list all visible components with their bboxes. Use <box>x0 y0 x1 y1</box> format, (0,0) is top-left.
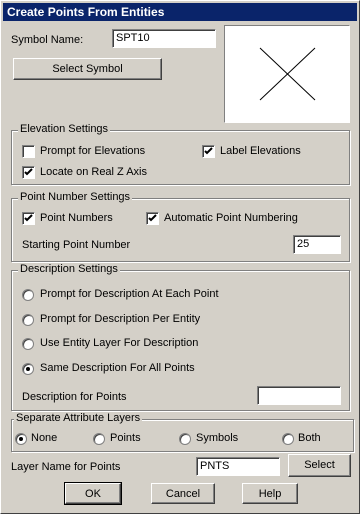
attr-layer-label-points: Points <box>110 432 141 444</box>
locate-z-checkbox[interactable] <box>22 166 35 179</box>
desc-option-label-3: Same Description For All Points <box>40 362 195 374</box>
attr-layer-radio-points[interactable] <box>93 433 105 445</box>
symbol-x-icon <box>259 47 316 101</box>
desc-option-radio-3[interactable] <box>22 363 34 375</box>
title-bar[interactable]: Create Points From Entities <box>3 3 357 21</box>
dialog-window: Create Points From Entities Symbol Name:… <box>0 0 360 514</box>
radio-selected-dot <box>26 367 30 371</box>
symbol-name-input[interactable]: SPT10 <box>112 29 216 48</box>
starting-point-label: Starting Point Number <box>22 239 131 251</box>
layer-name-label: Layer Name for Points <box>11 461 121 473</box>
description-settings-title: Description Settings <box>18 263 120 275</box>
desc-option-label-1: Prompt for Description Per Entity <box>40 313 201 325</box>
prompt-elevations-checkbox[interactable] <box>22 145 35 158</box>
desc-option-radio-2[interactable] <box>22 338 34 350</box>
desc-option-label-0: Prompt for Description At Each Point <box>40 288 219 300</box>
symbol-preview <box>224 25 350 123</box>
label-elevations-label: Label Elevations <box>220 145 301 157</box>
locate-z-label: Locate on Real Z Axis <box>40 166 148 178</box>
checkmark-icon <box>204 147 213 155</box>
desc-option-radio-0[interactable] <box>22 289 34 301</box>
attr-layer-radio-symbols[interactable] <box>179 433 191 445</box>
cancel-button[interactable]: Cancel <box>151 483 215 504</box>
point-number-settings-title: Point Number Settings <box>18 191 133 203</box>
checkmark-icon <box>24 214 33 222</box>
checkmark-icon <box>148 214 157 222</box>
point-numbers-checkbox[interactable] <box>22 212 35 225</box>
label-elevations-checkbox[interactable] <box>202 145 215 158</box>
elevation-settings-title: Elevation Settings <box>18 123 111 135</box>
attr-layer-label-both: Both <box>298 432 321 444</box>
layer-name-input[interactable]: PNTS <box>196 457 280 476</box>
select-symbol-button[interactable]: Select Symbol <box>13 58 162 80</box>
help-button[interactable]: Help <box>242 483 298 504</box>
attr-layer-radio-none[interactable] <box>15 433 27 445</box>
select-layer-button[interactable]: Select <box>288 454 351 477</box>
description-points-label: Description for Points <box>22 391 127 403</box>
radio-selected-dot <box>19 437 23 441</box>
attribute-layers-title: Separate Attribute Layers <box>14 412 143 424</box>
ok-button[interactable]: OK <box>64 482 122 505</box>
desc-option-label-2: Use Entity Layer For Description <box>40 337 199 349</box>
attr-layer-label-symbols: Symbols <box>196 432 239 444</box>
prompt-elevations-label: Prompt for Elevations <box>40 145 146 157</box>
point-numbers-label: Point Numbers <box>40 212 113 224</box>
attr-layer-label-none: None <box>31 432 58 444</box>
symbol-name-label: Symbol Name: <box>11 34 84 46</box>
auto-numbering-label: Automatic Point Numbering <box>164 212 298 224</box>
auto-numbering-checkbox[interactable] <box>146 212 159 225</box>
attr-layer-radio-both[interactable] <box>282 433 294 445</box>
checkmark-icon <box>24 168 33 176</box>
window-title: Create Points From Entities <box>7 5 165 19</box>
desc-option-radio-1[interactable] <box>22 314 34 326</box>
description-points-input[interactable] <box>257 386 341 405</box>
starting-point-input[interactable]: 25 <box>293 235 341 254</box>
